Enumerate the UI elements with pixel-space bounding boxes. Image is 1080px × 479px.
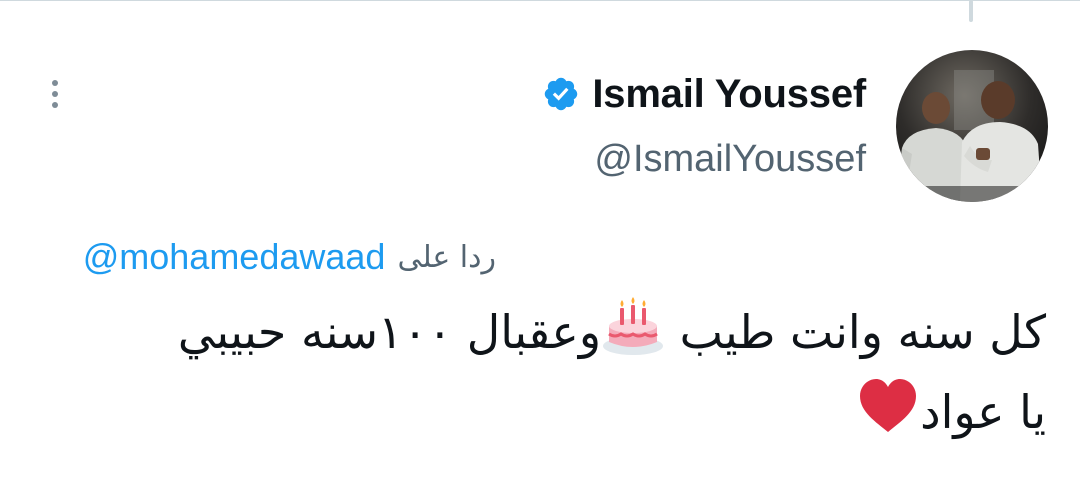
thread-connector-line (969, 0, 973, 22)
more-options-button[interactable] (38, 74, 72, 114)
avatar[interactable] (896, 50, 1048, 202)
top-divider (0, 0, 1080, 1)
tweet-text-segment: كل سنه وانت طيب (679, 305, 1046, 359)
tweet-body: كل سنه وانت طيب وعقبال ١٠٠سنه حبيبي يا ع… (46, 292, 1046, 452)
author-name-row[interactable]: Ismail Youssef (542, 68, 866, 120)
tweet-text-line-2: يا عواد (46, 372, 1046, 452)
tweet-text-line-1: كل سنه وانت طيب وعقبال ١٠٠سنه حبيبي (46, 292, 1046, 372)
author-display-name: Ismail Youssef (592, 71, 866, 116)
author-handle[interactable]: @IsmailYoussef (594, 138, 866, 181)
tweet-text-segment: وعقبال ١٠٠سنه حبيبي (177, 305, 602, 359)
reply-context: @mohamedawaad ردا على (83, 232, 496, 282)
more-dot (52, 80, 58, 86)
red-heart-icon (856, 374, 920, 438)
reply-prefix-label: ردا على (397, 239, 496, 275)
reply-to-mention-link[interactable]: @mohamedawaad (83, 236, 386, 278)
verified-badge-icon (545, 77, 578, 111)
more-dot (52, 102, 58, 108)
avatar-photo (896, 50, 1048, 202)
birthday-cake-icon (601, 294, 665, 358)
more-dot (52, 91, 58, 97)
tweet-text-segment: يا عواد (920, 385, 1046, 439)
